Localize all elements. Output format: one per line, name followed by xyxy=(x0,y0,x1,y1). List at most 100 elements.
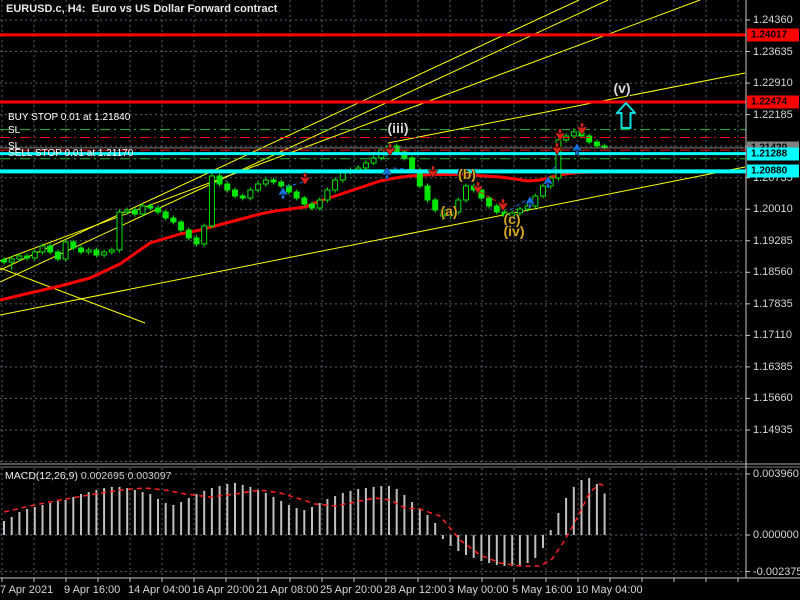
candle-body xyxy=(424,185,431,201)
elliott-wave-label-b[interactable]: (b) xyxy=(458,166,476,182)
macd-axis-label: 0.000000 xyxy=(753,529,799,541)
candle-body xyxy=(8,258,15,263)
candle-body xyxy=(147,205,154,209)
price-axis-label: 1.15660 xyxy=(753,392,793,405)
candle-body xyxy=(393,145,400,153)
price-axis-label: 1.17110 xyxy=(753,329,792,342)
candle-body xyxy=(316,199,323,209)
candle-body xyxy=(540,185,546,197)
candle-body xyxy=(116,211,123,251)
price-axis-label: 1.24360 xyxy=(753,14,793,26)
candle-body xyxy=(124,209,131,213)
candle-body xyxy=(232,189,238,197)
chart-title: EURUSD.c, H4: Euro vs US Dollar Forward … xyxy=(6,3,278,15)
candle-body xyxy=(101,251,108,256)
candle-body xyxy=(178,221,185,231)
candle-body xyxy=(208,175,215,227)
elliott-wave-label-iv[interactable]: (iv) xyxy=(504,223,525,239)
candle-body xyxy=(324,189,331,201)
candle-body xyxy=(262,179,269,185)
buy-stop-order-label[interactable]: BUY STOP 0.01 at 1.21840 xyxy=(8,112,130,123)
candle-body xyxy=(432,199,439,211)
candle-body xyxy=(224,183,231,191)
candle-body xyxy=(332,179,339,191)
candle-body xyxy=(54,251,61,260)
candle-body xyxy=(301,197,308,205)
chart-canvas[interactable] xyxy=(0,0,800,600)
candle-body xyxy=(62,241,69,260)
time-axis-label: 5 May 16:00 xyxy=(512,584,573,596)
candle-body xyxy=(131,209,138,215)
sell-stop-order-label[interactable]: SELL STOP 0.01 at 1.21170 xyxy=(8,148,133,159)
price-axis-label: 1.14935 xyxy=(753,423,793,436)
candle-body xyxy=(570,131,577,137)
candle-body xyxy=(532,195,539,207)
mt4-chart-window: EURUSD.c, H4: Euro vs US Dollar Forward … xyxy=(0,0,800,600)
steep-channel-2[interactable] xyxy=(0,0,609,283)
candle-body xyxy=(193,237,200,245)
macd-axis-label: -0.002375 xyxy=(753,565,800,578)
macd-signal-value: 0.003097 xyxy=(127,470,172,482)
elliott-wave-label-v[interactable]: (v) xyxy=(613,80,630,96)
candle-body xyxy=(47,245,54,253)
time-axis-label: 14 Apr 04:00 xyxy=(128,584,191,596)
time-axis-label: 7 Apr 2021 xyxy=(0,584,54,596)
price-axis-label: 1.17835 xyxy=(753,297,793,310)
macd-indicator-label: MACD(12,26,9) 0.002695 0.003097 xyxy=(5,470,171,482)
time-axis-label: 25 Apr 20:00 xyxy=(320,584,383,596)
candle-body xyxy=(39,245,46,253)
price-axis-label: 1.23635 xyxy=(753,45,793,58)
candle-body xyxy=(93,249,100,256)
candle-body xyxy=(108,249,115,253)
cyan-level-2-price-badge: 1.20880 xyxy=(747,164,799,178)
time-axis-label: 3 May 00:00 xyxy=(448,584,509,596)
candle-body xyxy=(170,217,177,223)
time-axis-label: 9 Apr 16:00 xyxy=(64,584,121,596)
time-axis-label: 10 May 04:00 xyxy=(576,584,643,596)
candle-body xyxy=(155,207,161,213)
candle-body xyxy=(247,189,254,199)
candle-body xyxy=(162,211,169,219)
cyan-level-1-price-badge: 1.21288 xyxy=(747,147,799,161)
candle-body xyxy=(239,195,246,199)
candle-body xyxy=(216,175,223,185)
price-axis-label: 1.20010 xyxy=(753,203,793,216)
candle-body xyxy=(78,247,84,253)
candle-body xyxy=(593,141,600,147)
macd-main-value: 0.002695 xyxy=(80,470,125,482)
candle-body xyxy=(85,249,92,253)
candle-body xyxy=(31,251,38,259)
time-axis-label: 16 Apr 20:00 xyxy=(192,584,255,596)
candle-body xyxy=(278,181,285,187)
candle-body xyxy=(139,205,146,215)
elliott-wave-label-a[interactable]: (a) xyxy=(440,203,457,219)
price-axis-label: 1.22185 xyxy=(753,108,793,121)
sell-signal-arrow-icon[interactable] xyxy=(299,172,311,186)
price-axis-label: 1.16385 xyxy=(753,360,793,373)
candle-body xyxy=(1,259,7,263)
candle-body xyxy=(201,225,208,245)
candle-body xyxy=(362,162,369,169)
candle-body xyxy=(486,197,493,207)
stop-loss-label-buy[interactable]: SL xyxy=(8,125,20,136)
candle-body xyxy=(270,179,277,183)
candle-body xyxy=(309,203,315,209)
candle-body xyxy=(24,255,31,259)
macd-signal-line xyxy=(3,483,608,567)
candle-body xyxy=(409,157,416,171)
fan-line[interactable] xyxy=(0,0,701,262)
candle-body xyxy=(463,185,469,201)
resistance-1-price-badge: 1.24017 xyxy=(747,28,799,42)
elliott-wave-label-iii[interactable]: (iii) xyxy=(388,120,409,136)
candle-body xyxy=(70,241,77,249)
candle-body xyxy=(586,135,593,143)
large-up-arrow-icon[interactable] xyxy=(616,102,636,129)
macd-axis-label: 0.003960 xyxy=(753,468,799,480)
price-axis-label: 1.19285 xyxy=(753,234,793,247)
candle-body xyxy=(16,255,23,260)
candle-body xyxy=(293,191,300,199)
price-axis-label: 1.18560 xyxy=(753,266,793,279)
price-axis-label: 1.22910 xyxy=(753,77,793,90)
time-axis-label: 21 Apr 08:00 xyxy=(256,584,319,596)
macd-name: MACD(12,26,9) xyxy=(5,470,78,482)
